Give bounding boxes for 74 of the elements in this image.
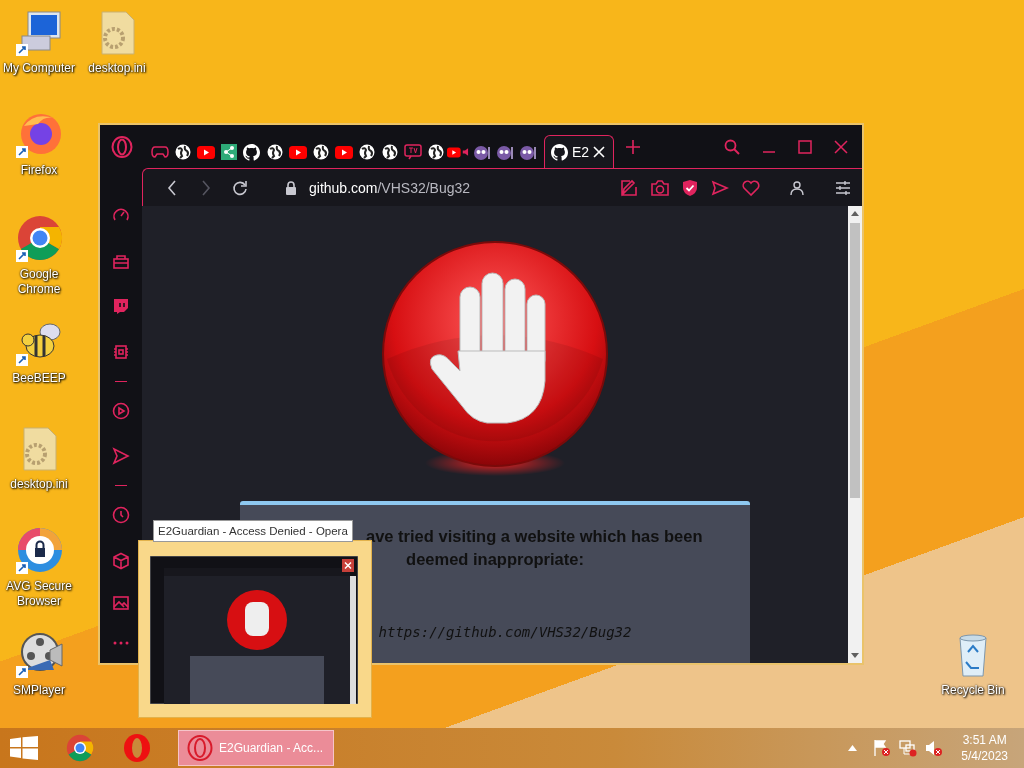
- play-icon: [447, 145, 461, 159]
- browser-lock-icon[interactable]: [14, 526, 64, 576]
- play-icon: [196, 145, 215, 159]
- image-icon[interactable]: [112, 594, 130, 613]
- opera-logo-icon[interactable]: [111, 135, 133, 158]
- gamepad-icon: [150, 146, 169, 158]
- tooltip: E2Guardian - Access Denied - Opera: [153, 520, 353, 542]
- github-icon: [551, 143, 568, 161]
- desktop-icon-label[interactable]: AVG Secure Browser: [0, 579, 78, 609]
- shield-icon[interactable]: [682, 178, 698, 197]
- play-icon: [288, 145, 307, 159]
- clock-date[interactable]: 5/4/2023: [961, 748, 1008, 764]
- twitch-icon[interactable]: [112, 297, 130, 316]
- chip-icon[interactable]: [112, 342, 130, 361]
- cube-icon[interactable]: [112, 551, 130, 570]
- taskbar-window-button[interactable]: E2Guardian - Acc...: [178, 730, 334, 766]
- url-field[interactable]: github.com/VHS32/Bug32: [309, 179, 471, 196]
- camera-icon[interactable]: [651, 178, 669, 197]
- play-icon: [334, 145, 353, 159]
- send-icon[interactable]: [112, 447, 130, 466]
- scrollbar[interactable]: [848, 206, 862, 663]
- network-icon[interactable]: [899, 739, 918, 757]
- desktop-icon-label[interactable]: desktop.ini: [0, 477, 78, 492]
- desktop-icon-label[interactable]: Google Chrome: [0, 267, 78, 297]
- desktop-icon-label[interactable]: Firefox: [0, 163, 78, 178]
- message-line: deemed inappropriate:: [406, 549, 584, 570]
- globe-icon: [358, 144, 375, 160]
- chrome-icon[interactable]: [14, 214, 64, 264]
- avatar-icon: [495, 143, 514, 161]
- desktop-icon-label[interactable]: SMPlayer: [0, 683, 78, 698]
- settings-icon[interactable]: [836, 180, 850, 195]
- volume-icon[interactable]: [925, 739, 944, 757]
- heart-icon[interactable]: [742, 178, 760, 197]
- scroll-up-icon[interactable]: [851, 211, 859, 216]
- flag-icon[interactable]: [873, 739, 892, 757]
- reload-icon[interactable]: [232, 179, 248, 196]
- scrollbar-thumb[interactable]: [850, 223, 860, 498]
- desktop-icon-label[interactable]: My Computer: [0, 61, 78, 76]
- blocked-url: https://github.com/VHS32/Bug32: [378, 624, 632, 640]
- avatar-icon: [518, 143, 537, 161]
- clock-time[interactable]: 3:51 AM: [961, 732, 1008, 748]
- globe-icon: [266, 144, 283, 160]
- desktop-icon-label[interactable]: desktop.ini: [78, 61, 156, 76]
- computer-icon[interactable]: [14, 8, 64, 58]
- clock-icon[interactable]: [112, 505, 130, 524]
- new-tab-icon[interactable]: [626, 139, 641, 154]
- maximize-icon[interactable]: [798, 139, 812, 154]
- forward-icon[interactable]: [201, 179, 211, 196]
- globe-icon: [312, 144, 329, 160]
- avatar-icon: [472, 143, 491, 161]
- browser-tab[interactable]: E2: [544, 135, 615, 168]
- github-icon: [243, 143, 260, 161]
- edit-icon[interactable]: [620, 178, 638, 197]
- desktop-icon-label[interactable]: Recycle Bin: [934, 683, 1012, 698]
- chrome-icon[interactable]: [65, 733, 95, 763]
- opera-logo-icon: [187, 735, 213, 761]
- search-icon[interactable]: [724, 138, 740, 155]
- more-icon[interactable]: [112, 641, 130, 646]
- tv-icon: [403, 144, 422, 160]
- back-icon[interactable]: [167, 179, 177, 196]
- person-icon[interactable]: [790, 180, 804, 195]
- share-icon: [220, 144, 237, 160]
- globe-icon: [427, 144, 444, 160]
- window-preview-popup[interactable]: [138, 540, 372, 718]
- send-icon[interactable]: [711, 178, 729, 197]
- desktop-icon-label[interactable]: BeeBEEP: [0, 371, 78, 386]
- play-circle-icon[interactable]: [112, 401, 130, 420]
- windows-logo-icon[interactable]: [10, 736, 38, 760]
- scroll-down-icon[interactable]: [851, 653, 859, 658]
- caret-up-icon[interactable]: [848, 745, 858, 751]
- globe-icon: [381, 144, 398, 160]
- lock-icon: [285, 180, 297, 195]
- globe-icon: [174, 144, 191, 160]
- film-reel-icon[interactable]: [14, 630, 64, 680]
